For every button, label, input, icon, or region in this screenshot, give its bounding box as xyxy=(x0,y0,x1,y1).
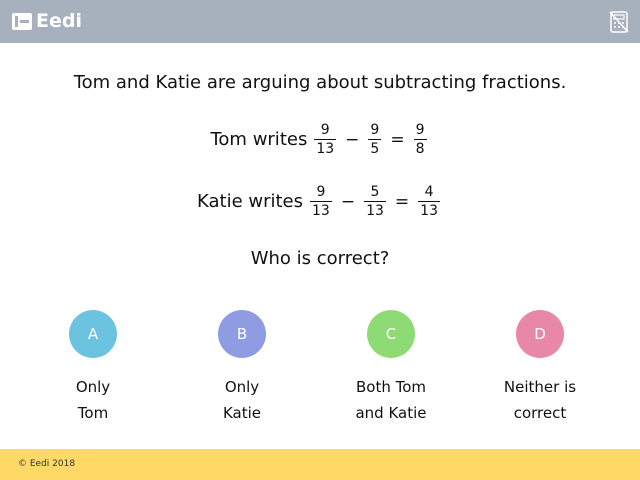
option-a-line2: Tom xyxy=(77,404,109,422)
eedi-logo: Eedi xyxy=(12,10,82,32)
denominator: 5 xyxy=(370,141,380,157)
minus-sign: − xyxy=(340,191,356,212)
numerator: 9 xyxy=(320,122,330,138)
denominator: 13 xyxy=(312,203,330,219)
denominator: 8 xyxy=(415,141,425,157)
option-d-text: Neither is correct xyxy=(480,374,600,426)
equals-sign: = xyxy=(394,191,410,212)
tom-label: Tom writes xyxy=(210,129,308,150)
option-c-line2: and Katie xyxy=(355,404,427,422)
question-intro-text: Tom and Katie are arguing about subtract… xyxy=(73,72,567,93)
copyright-text: © Eedi 2018 xyxy=(18,459,76,469)
footer-bar: © Eedi 2018 xyxy=(0,449,640,480)
option-b-line2: Katie xyxy=(222,404,262,422)
option-a-text: Only Tom xyxy=(33,374,153,426)
fraction-bar xyxy=(364,201,386,202)
option-d-line1: Neither is xyxy=(503,378,577,396)
option-a[interactable]: A Only Tom xyxy=(33,310,153,426)
numerator: 9 xyxy=(316,184,326,200)
katie-fraction-result: 4 13 xyxy=(418,184,440,219)
option-a-line1: Only xyxy=(75,378,111,396)
option-b-circle[interactable]: B xyxy=(218,310,266,358)
fraction-bar xyxy=(368,139,382,140)
option-c-text: Both Tom and Katie xyxy=(331,374,451,426)
katie-fraction-1: 9 13 xyxy=(310,184,332,219)
numerator: 5 xyxy=(370,184,380,200)
tom-fraction-1: 9 13 xyxy=(314,122,337,157)
eedi-logo-icon xyxy=(12,12,32,30)
option-c-line1: Both Tom xyxy=(355,378,427,396)
equals-sign: = xyxy=(390,129,405,150)
denominator: 13 xyxy=(420,203,438,219)
option-d-line2: correct xyxy=(513,404,567,422)
question-prompt-text: Who is correct? xyxy=(250,248,390,269)
tom-fraction-result: 9 8 xyxy=(413,122,427,157)
fraction-bar xyxy=(314,139,337,140)
minus-sign: − xyxy=(345,129,360,150)
option-d[interactable]: D Neither is correct xyxy=(480,310,600,426)
option-a-circle[interactable]: A xyxy=(69,310,117,358)
header-bar: Eedi xyxy=(0,0,640,43)
fraction-bar xyxy=(413,139,427,140)
denominator: 13 xyxy=(316,141,335,157)
fraction-bar xyxy=(310,201,332,202)
katie-equation: Katie writes 9 13 − 5 13 = 4 13 xyxy=(0,184,640,219)
denominator: 13 xyxy=(366,203,384,219)
option-b-line1: Only xyxy=(224,378,260,396)
no-calculator-icon xyxy=(609,11,629,33)
katie-fraction-2: 5 13 xyxy=(364,184,386,219)
brand-name: Eedi xyxy=(36,10,82,32)
option-d-circle[interactable]: D xyxy=(516,310,564,358)
numerator: 4 xyxy=(424,184,434,200)
tom-equation: Tom writes 9 13 − 9 5 = 9 8 xyxy=(0,122,640,157)
numerator: 9 xyxy=(370,122,380,138)
fraction-bar xyxy=(418,201,440,202)
option-b-text: Only Katie xyxy=(182,374,302,426)
option-b[interactable]: B Only Katie xyxy=(182,310,302,426)
option-c-circle[interactable]: C xyxy=(367,310,415,358)
numerator: 9 xyxy=(415,122,425,138)
question-prompt: Who is correct? xyxy=(0,248,640,269)
question-intro: Tom and Katie are arguing about subtract… xyxy=(0,72,640,93)
katie-label: Katie writes xyxy=(197,191,304,212)
tom-fraction-2: 9 5 xyxy=(368,122,382,157)
option-c[interactable]: C Both Tom and Katie xyxy=(331,310,451,426)
